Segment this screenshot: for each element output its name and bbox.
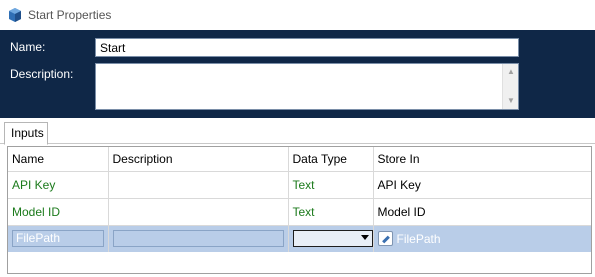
description-label: Description: (10, 67, 74, 81)
scroll-up-icon[interactable]: ▲ (507, 68, 515, 76)
column-header-description[interactable]: Description (108, 147, 289, 172)
tab-inputs[interactable]: Inputs (4, 122, 48, 145)
row-description-cell-wrap (108, 225, 289, 252)
column-header-store-in[interactable]: Store In (373, 147, 591, 172)
window-title: Start Properties (28, 8, 112, 22)
table-row-selected[interactable]: FilePath FilePath (8, 225, 591, 252)
inputs-grid: Name Description Data Type Store In API … (7, 146, 592, 274)
flow-start-icon (9, 8, 21, 22)
name-field[interactable] (95, 38, 519, 57)
store-in-value: FilePath (396, 231, 441, 246)
description-scrollbar[interactable]: ▲ ▼ (502, 64, 518, 109)
data-item-icon[interactable] (377, 231, 393, 247)
table-row[interactable]: API Key Text API Key (8, 171, 591, 199)
chevron-down-icon[interactable] (360, 235, 369, 241)
column-header-name[interactable]: Name (8, 147, 109, 172)
description-field[interactable]: ▲ ▼ (95, 63, 519, 110)
row-name-edit-field[interactable]: FilePath (12, 230, 104, 248)
row-name-cell[interactable]: API Key (8, 171, 109, 199)
grid-header-row: Name Description Data Type Store In (8, 147, 591, 172)
row-name-cell[interactable]: Model ID (8, 198, 109, 226)
tab-strip: Inputs (0, 118, 595, 145)
name-label: Name: (10, 40, 46, 54)
scroll-down-icon[interactable]: ▼ (507, 97, 515, 105)
row-data-type-cell[interactable]: Text (288, 198, 374, 226)
properties-header: Name: Description: ▲ ▼ (0, 30, 595, 118)
table-row[interactable]: Model ID Text Model ID (8, 198, 591, 226)
row-name-cell-wrap: FilePath (8, 225, 109, 252)
column-header-data-type[interactable]: Data Type (288, 147, 374, 172)
data-type-dropdown[interactable] (292, 230, 372, 248)
row-description-cell[interactable] (108, 198, 289, 226)
row-store-in-cell-wrap: FilePath (373, 225, 591, 252)
row-store-in-cell[interactable]: API Key (373, 171, 591, 199)
store-in-selector[interactable]: FilePath (377, 231, 589, 247)
row-data-type-cell-wrap (288, 225, 374, 252)
title-bar: Start Properties (0, 0, 595, 30)
row-data-type-cell[interactable]: Text (288, 171, 374, 199)
row-description-cell[interactable] (108, 171, 289, 199)
row-description-edit-field[interactable] (112, 230, 284, 248)
row-store-in-cell[interactable]: Model ID (373, 198, 591, 226)
